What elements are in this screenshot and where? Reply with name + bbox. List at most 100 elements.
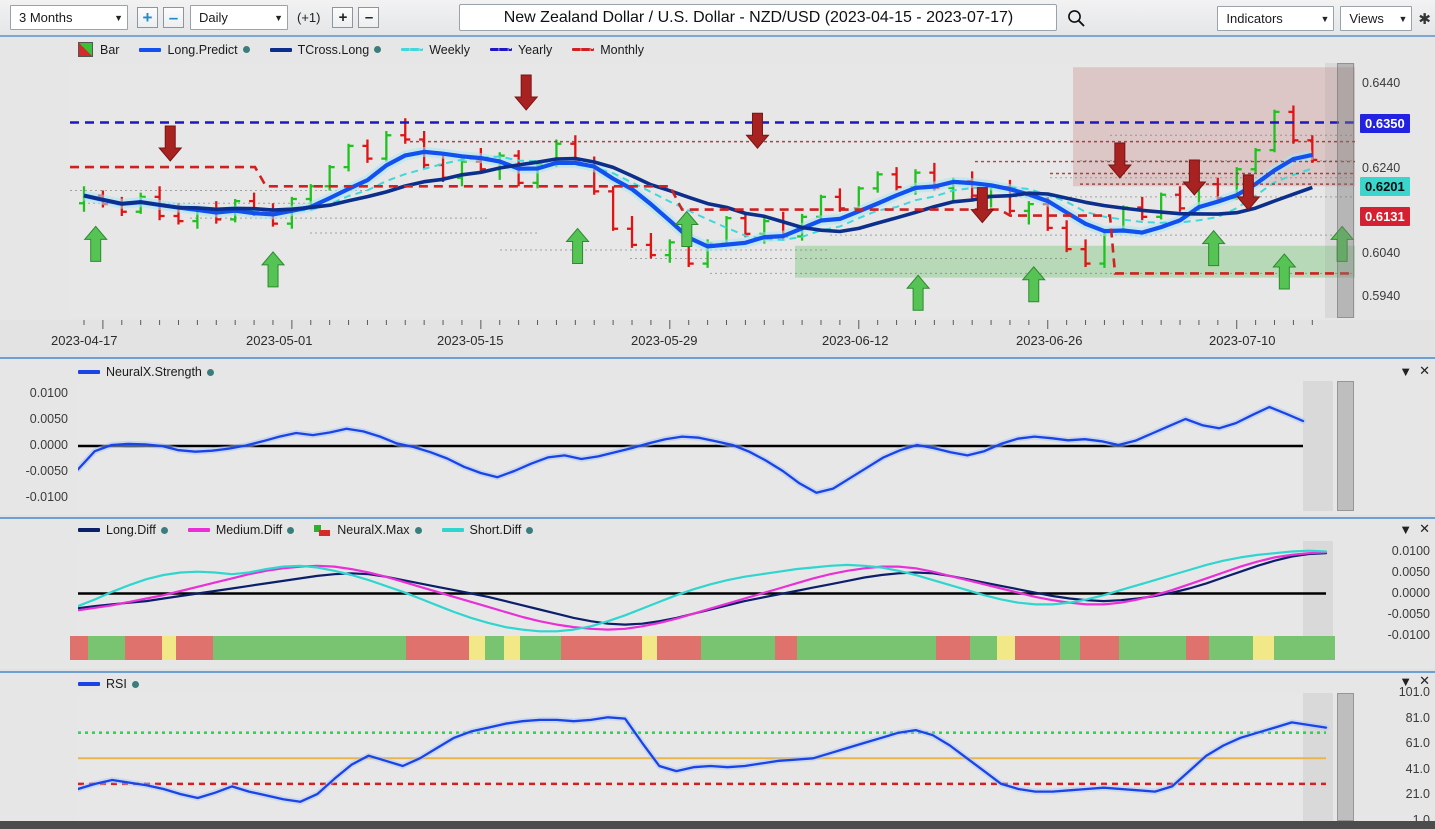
legend-label: Short.Diff bbox=[469, 523, 522, 537]
neuralx-max-segment bbox=[1253, 636, 1274, 660]
legend-label: Monthly bbox=[600, 42, 645, 57]
monthly-price-tag[interactable]: 0.6131 bbox=[1360, 206, 1410, 226]
rsi-y-tick: 81.0 bbox=[1405, 710, 1430, 725]
chevron-down-icon[interactable]: ▼ bbox=[1399, 522, 1412, 537]
legend-settings-dot[interactable] bbox=[206, 368, 214, 376]
period-increase-button[interactable]: + bbox=[137, 7, 158, 28]
rsi-vertical-scrollbar[interactable] bbox=[1337, 693, 1354, 821]
neuralx-panel-controls: ▼ ✕ bbox=[1392, 363, 1430, 379]
neuralx-max-segment bbox=[70, 636, 89, 660]
legend-item-bar[interactable]: Bar bbox=[78, 42, 119, 57]
line-icon bbox=[441, 528, 464, 532]
views-menu[interactable]: Views ▼ bbox=[1340, 6, 1413, 31]
close-icon[interactable]: ✕ bbox=[1419, 363, 1430, 379]
neuralx-max-segment bbox=[161, 636, 176, 660]
bar-offset-increase-button[interactable]: + bbox=[332, 7, 354, 28]
search-icon[interactable] bbox=[1066, 8, 1086, 28]
legend-item-long-predict[interactable]: Long.Predict bbox=[139, 43, 250, 57]
neuralx-max-segment bbox=[797, 636, 936, 660]
legend-item-long-diff[interactable]: Long.Diff bbox=[78, 523, 168, 537]
price-x-tick: 2023-05-01 bbox=[246, 333, 313, 348]
rsi-panel-legend: RSI bbox=[78, 677, 159, 691]
price-x-axis: 2023-04-17 2023-05-01 2023-05-15 2023-05-29… bbox=[0, 320, 1435, 354]
x-axis-ticks bbox=[70, 320, 1355, 330]
legend-item-short-diff[interactable]: Short.Diff bbox=[441, 523, 534, 537]
neuralx-y-tick: -0.0100 bbox=[25, 490, 68, 504]
price-panel-legend: Bar Long.Predict TCross.Long Weekly Yearly Mo… bbox=[78, 42, 664, 57]
rsi-panel-controls: ▼ ✕ bbox=[1392, 673, 1430, 689]
neuralx-panel-legend: NeuralX.Strength bbox=[78, 365, 234, 379]
neuralx-max-segment bbox=[1080, 636, 1119, 660]
neuralx-max-segment bbox=[774, 636, 798, 660]
price-panel: Bar Long.Predict TCross.Long Weekly Yearly Mo… bbox=[0, 37, 1435, 354]
line-icon bbox=[187, 528, 210, 532]
legend-settings-dot[interactable] bbox=[160, 526, 168, 534]
legend-item-yearly[interactable]: Yearly bbox=[489, 43, 552, 57]
price-y-tick: 0.6040 bbox=[1362, 246, 1401, 261]
neuralx-max-segment bbox=[1208, 636, 1254, 660]
bar-icon bbox=[78, 42, 93, 57]
neuralx-max-segment bbox=[124, 636, 162, 660]
neuralx-y-tick: 0.0000 bbox=[29, 438, 68, 452]
legend-label: Bar bbox=[100, 42, 120, 57]
rsi-y-tick: 61.0 bbox=[1405, 736, 1430, 751]
rsi-panel: RSI ▼ ✕ 101.0 81.0 61.0 41.0 21.0 1.0 bbox=[0, 671, 1435, 827]
interval-select[interactable]: Daily ▼ bbox=[190, 5, 288, 30]
legend-item-tcross-long[interactable]: TCross.Long bbox=[269, 43, 382, 57]
chevron-down-icon: ▼ bbox=[274, 12, 283, 23]
legend-label: RSI bbox=[106, 677, 127, 691]
diff-plot-area[interactable] bbox=[78, 541, 1333, 646]
dashed-line-icon bbox=[401, 48, 424, 51]
indicators-menu[interactable]: Indicators ▼ bbox=[1217, 6, 1335, 31]
close-icon[interactable]: ✕ bbox=[1419, 521, 1430, 537]
legend-settings-dot[interactable] bbox=[526, 526, 534, 534]
legend-item-rsi[interactable]: RSI bbox=[78, 677, 139, 691]
close-icon[interactable]: ✕ bbox=[1419, 673, 1430, 689]
views-menu-label: Views bbox=[1349, 11, 1384, 26]
chevron-down-icon[interactable]: ▼ bbox=[1399, 674, 1412, 689]
legend-label: Medium.Diff bbox=[215, 523, 283, 537]
neuralx-max-segment bbox=[406, 636, 470, 660]
legend-item-monthly[interactable]: Monthly bbox=[572, 43, 644, 57]
trading-chart-app: 3 Months ▼ + – Daily ▼ (+1) + – New Zeal… bbox=[0, 0, 1435, 829]
neuralx-y-tick: -0.0050 bbox=[25, 464, 68, 478]
chevron-down-icon[interactable]: ▼ bbox=[1399, 364, 1412, 379]
legend-settings-dot[interactable] bbox=[414, 526, 422, 534]
yearly-price-tag[interactable]: 0.6350 bbox=[1360, 113, 1410, 133]
bar-offset-decrease-button[interactable]: – bbox=[358, 7, 380, 28]
neuralx-max-segment bbox=[935, 636, 971, 660]
favorite-star-icon[interactable]: ✱ bbox=[1418, 10, 1431, 28]
status-bar bbox=[0, 821, 1435, 829]
neuralx-vertical-scrollbar[interactable] bbox=[1337, 381, 1354, 511]
legend-settings-dot[interactable] bbox=[131, 680, 139, 688]
rsi-plot-area[interactable] bbox=[78, 693, 1333, 821]
price-plot-area[interactable] bbox=[70, 63, 1355, 318]
legend-item-neuralx-max[interactable]: NeuralX.Max bbox=[314, 523, 422, 537]
legend-settings-dot[interactable] bbox=[287, 526, 295, 534]
neuralx-max-segment bbox=[485, 636, 504, 660]
rsi-y-tick: 21.0 bbox=[1405, 787, 1430, 802]
legend-settings-dot[interactable] bbox=[242, 46, 250, 53]
neuralx-plot-area[interactable] bbox=[78, 381, 1333, 511]
neuralx-max-segment bbox=[656, 636, 702, 660]
chevron-down-icon: ▼ bbox=[1320, 13, 1330, 24]
legend-item-neuralx-strength[interactable]: NeuralX.Strength bbox=[78, 365, 214, 379]
bar-offset-stepper: + – bbox=[327, 7, 380, 28]
main-toolbar: 3 Months ▼ + – Daily ▼ (+1) + – New Zeal… bbox=[0, 0, 1435, 37]
last-price-tag[interactable]: 0.6201 bbox=[1360, 176, 1410, 196]
diff-y-tick: -0.0050 bbox=[1387, 606, 1430, 621]
legend-label: Long.Diff bbox=[106, 523, 156, 537]
legend-label: NeuralX.Strength bbox=[106, 365, 202, 379]
period-decrease-button[interactable]: – bbox=[163, 7, 184, 28]
symbol-input[interactable]: New Zealand Dollar / U.S. Dollar - NZD/U… bbox=[459, 4, 1058, 31]
period-select[interactable]: 3 Months ▼ bbox=[10, 5, 128, 30]
legend-settings-dot[interactable] bbox=[374, 46, 382, 53]
neuralx-max-segment bbox=[520, 636, 561, 660]
legend-item-weekly[interactable]: Weekly bbox=[401, 43, 470, 57]
price-vertical-scrollbar[interactable] bbox=[1337, 63, 1354, 318]
legend-item-medium-diff[interactable]: Medium.Diff bbox=[187, 523, 295, 537]
diff-y-tick: 0.0100 bbox=[1391, 543, 1430, 558]
period-stepper: + – bbox=[132, 7, 184, 28]
line-icon bbox=[78, 370, 100, 374]
price-y-tick: 0.5940 bbox=[1362, 288, 1401, 303]
